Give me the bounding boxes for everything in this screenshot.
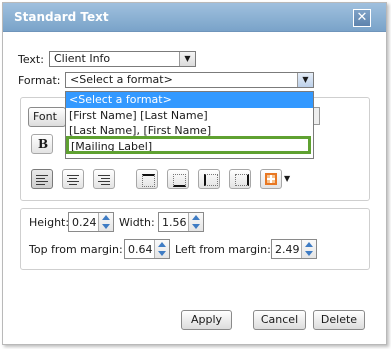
delete-button[interactable]: Delete [313, 310, 365, 330]
height-label: Height: [29, 216, 70, 229]
border-bottom-button[interactable] [167, 169, 189, 189]
standard-text-dialog: Standard Text ✕ Text: Client Info ▼ Form… [2, 2, 387, 345]
chevron-down-icon: ▼ [179, 52, 195, 66]
bold-icon: B [38, 137, 49, 151]
text-label: Text: [18, 53, 44, 66]
apply-button[interactable]: Apply [181, 310, 232, 330]
apply-button-label: Apply [190, 313, 223, 326]
format-label: Format: [18, 74, 61, 87]
border-right-button[interactable] [229, 169, 251, 189]
border-style-dropdown-icon[interactable]: ▼ [284, 174, 290, 183]
align-center-button[interactable] [62, 169, 84, 189]
align-right-button[interactable] [93, 169, 115, 189]
border-bottom-icon [173, 174, 186, 187]
left-margin-value: 2.49 [275, 243, 300, 256]
cancel-button-label: Cancel [260, 313, 299, 326]
titlebar: Standard Text ✕ [3, 3, 386, 32]
font-button[interactable]: Font [28, 107, 66, 127]
width-value: 1.56 [162, 216, 187, 229]
border-style-button[interactable] [260, 169, 282, 189]
width-spinner[interactable]: 1.56 [158, 212, 204, 232]
left-margin-label: Left from margin: [175, 243, 271, 256]
bold-button[interactable]: B [31, 134, 53, 154]
text-select-value: Client Info [54, 52, 111, 65]
border-top-button[interactable] [136, 169, 158, 189]
close-icon: ✕ [356, 10, 368, 25]
mailing-label-highlight [66, 136, 311, 154]
font-button-label: Font [33, 110, 57, 123]
spinner-arrows-icon[interactable] [301, 240, 316, 258]
border-left-button[interactable] [198, 169, 220, 189]
width-label: Width: [119, 216, 155, 229]
height-spinner[interactable]: 0.24 [68, 212, 114, 232]
spinner-arrows-icon[interactable] [188, 213, 203, 231]
left-margin-spinner[interactable]: 2.49 [271, 239, 317, 259]
delete-button-label: Delete [320, 313, 358, 326]
spinner-arrows-icon[interactable] [98, 213, 113, 231]
spinner-arrows-icon[interactable] [154, 240, 169, 258]
border-right-icon [235, 174, 249, 186]
height-value: 0.24 [72, 216, 97, 229]
top-margin-label: Top from margin: [29, 243, 123, 256]
format-select[interactable]: <Select a format> ▼ [65, 72, 314, 88]
format-select-value: <Select a format> [70, 73, 173, 86]
chevron-down-icon: ▼ [297, 73, 313, 87]
format-option[interactable]: <Select a format> [66, 92, 313, 108]
cancel-button[interactable]: Cancel [253, 310, 306, 330]
dialog-title: Standard Text [14, 10, 109, 24]
align-left-button[interactable] [31, 169, 53, 189]
border-top-icon [142, 174, 155, 187]
close-button[interactable]: ✕ [353, 9, 371, 27]
border-left-icon [204, 174, 218, 186]
top-margin-spinner[interactable]: 0.64 [124, 239, 170, 259]
format-option[interactable]: [First Name] [Last Name] [66, 108, 313, 124]
top-margin-value: 0.64 [128, 243, 153, 256]
border-style-icon [265, 173, 277, 185]
text-select[interactable]: Client Info ▼ [49, 51, 196, 67]
